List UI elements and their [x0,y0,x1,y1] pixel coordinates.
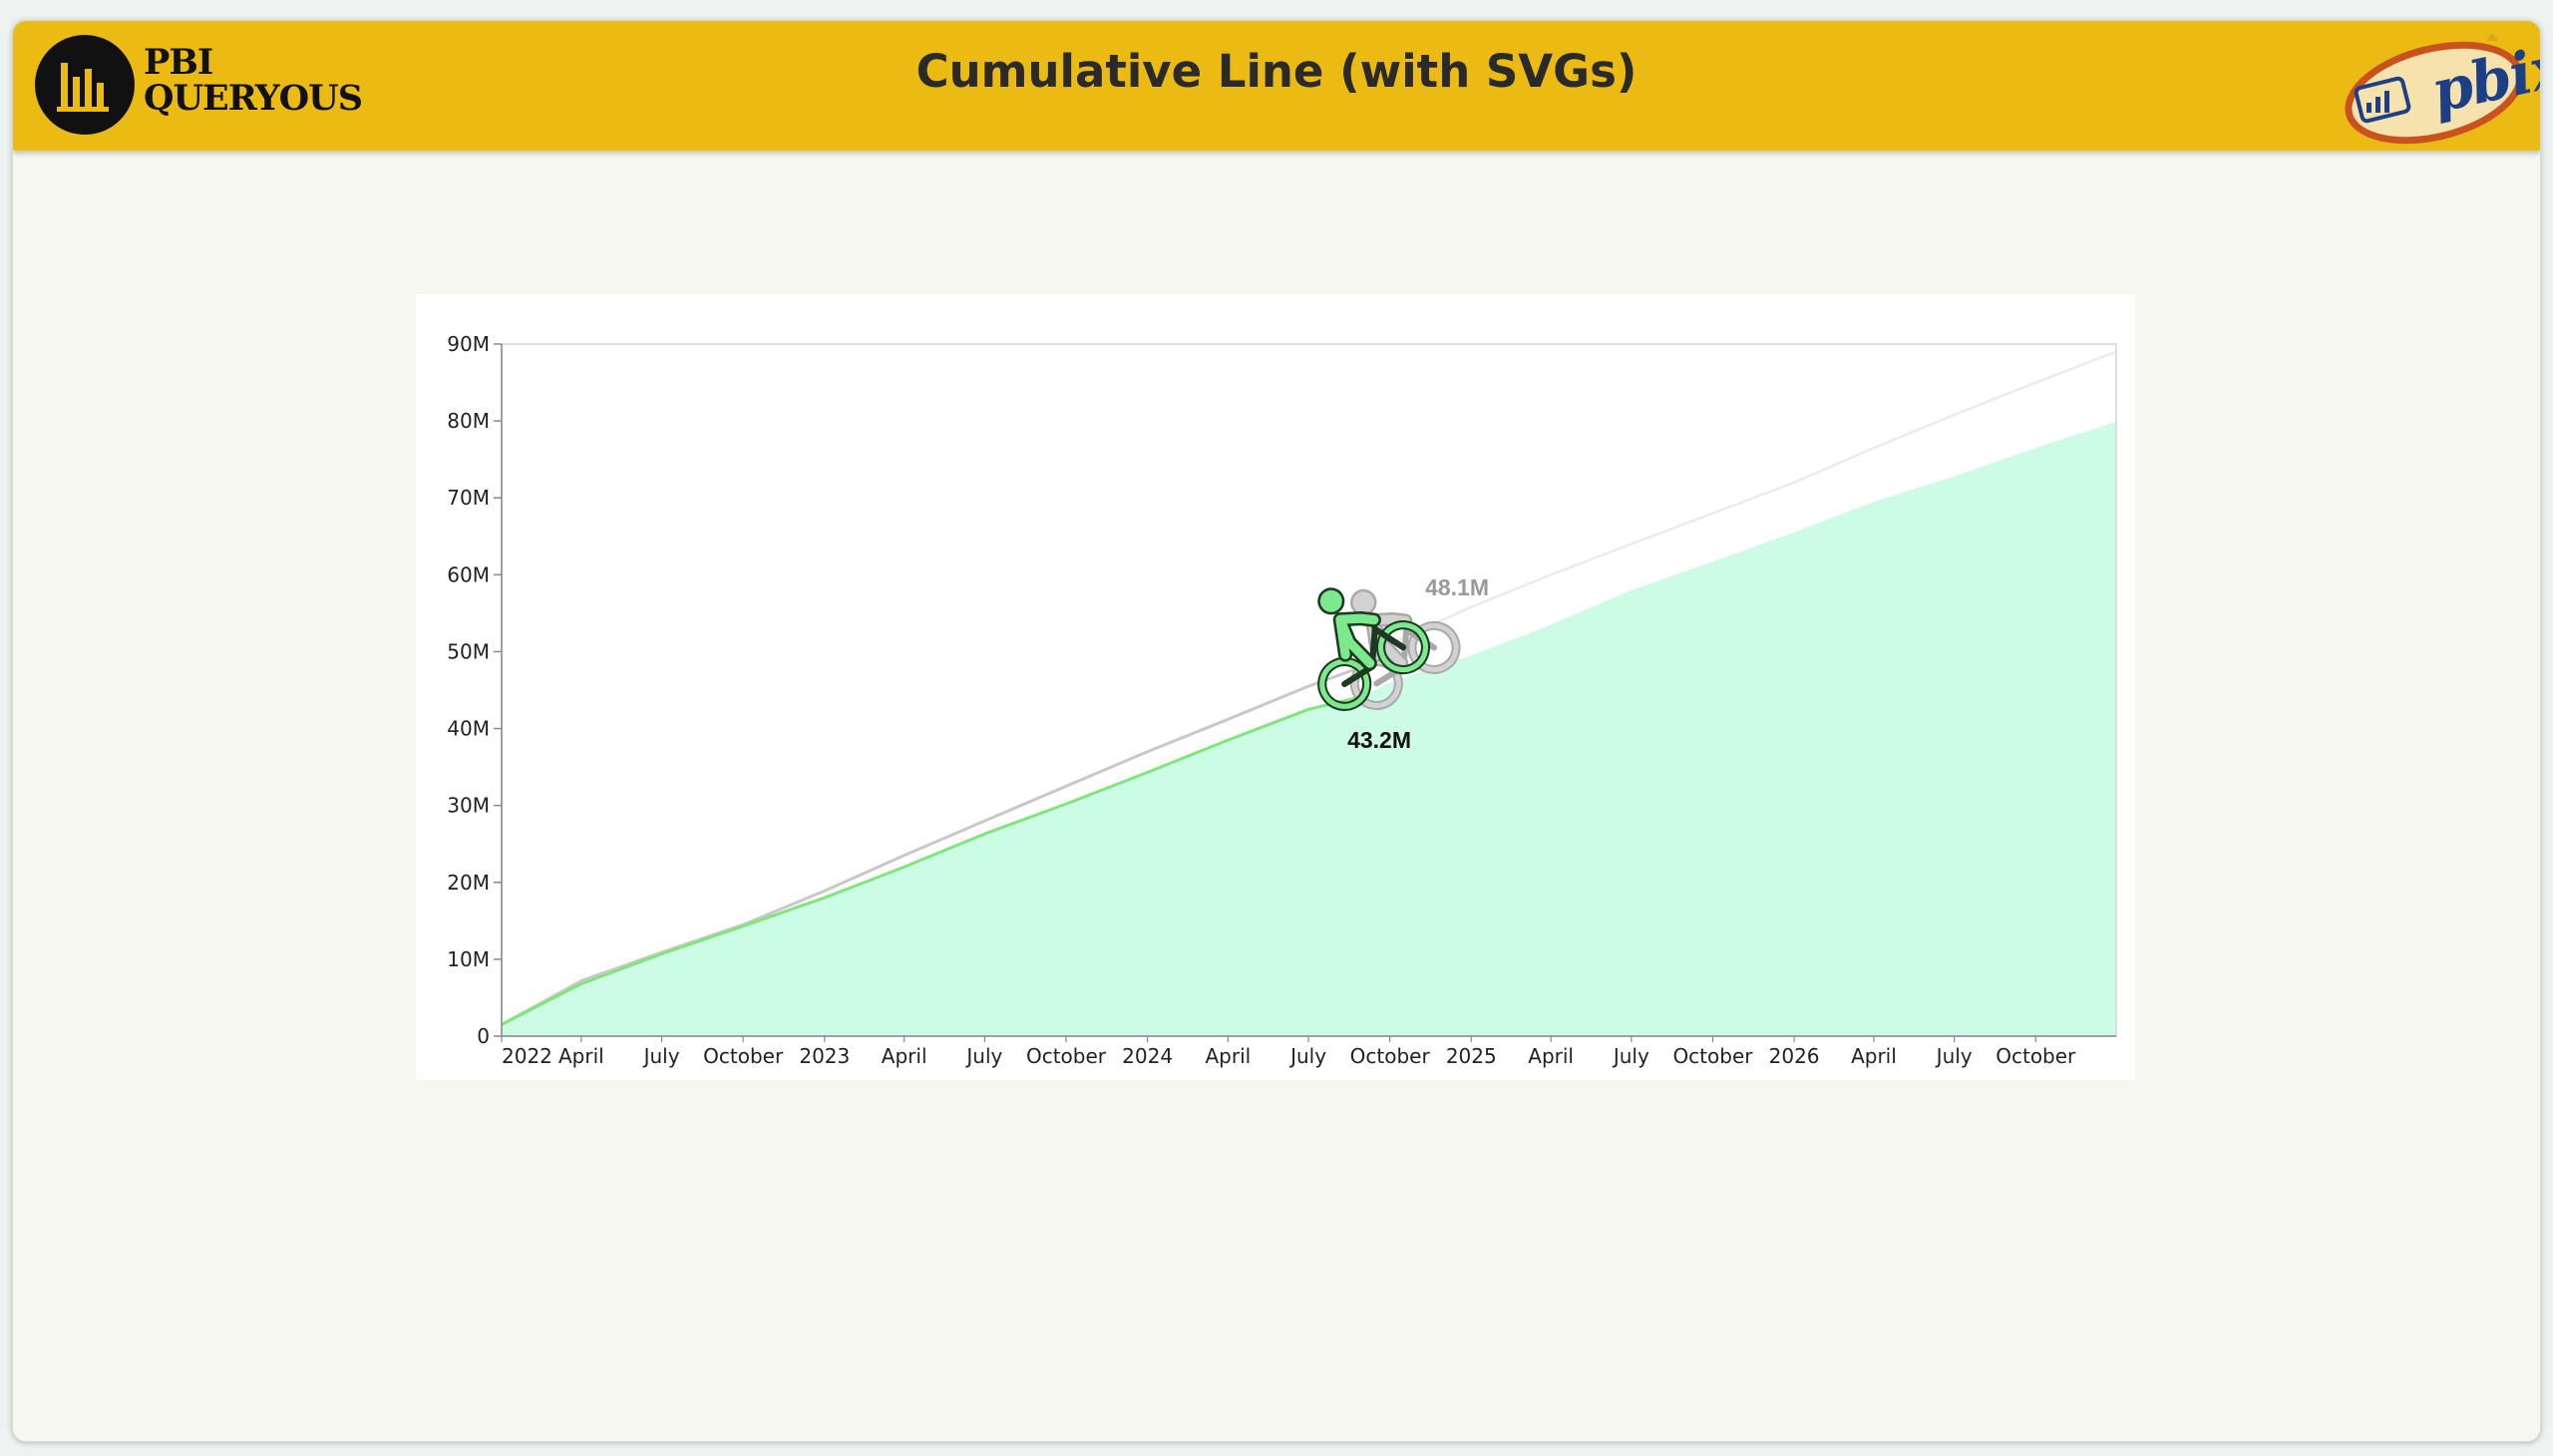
x-tick-label: July [1612,1044,1649,1068]
x-tick-label: July [1288,1044,1326,1068]
y-tick-label: 40M [447,717,490,741]
y-tick-label: 0 [477,1024,490,1048]
y-tick-label: 50M [447,639,490,663]
x-tick-label: 2026 [1769,1044,1820,1068]
x-tick-label: July [1935,1044,1973,1068]
y-tick-label: 80M [447,409,490,433]
x-tick-label: April [1205,1044,1251,1068]
x-tick-label: October [1672,1044,1753,1068]
x-tick-label: 2022 [502,1044,552,1068]
y-tick-label: 20M [447,871,490,895]
x-tick-label: 2024 [1122,1044,1173,1068]
x-tick-label: 2023 [799,1044,850,1068]
y-tick-label: 70M [447,486,490,510]
report-header: PBI QUERYOUS Cumulative Line (with SVGs)… [13,21,2540,151]
cumulative-line-chart[interactable]: 90M 80M 70M 60M 50M 40M 30M 20M 10M 0 2022 April Jul… [416,294,2135,1080]
x-tick-label: April [1528,1044,1574,1068]
comparison-value-label: 48.1M [1425,574,1489,600]
current-area-fill [502,421,2116,1036]
current-value-label: 43.2M [1347,727,1411,753]
page-title: Cumulative Line (with SVGs) [915,45,1638,98]
x-tick-label: October [1026,1044,1107,1068]
x-tick-label: October [703,1044,784,1068]
x-tick-label: July [642,1044,680,1068]
chart-svg: 90M80M70M60M50M40M30M20M10M02022 April Jul… [447,332,2117,1068]
y-tick-label: 10M [447,947,490,971]
x-tick-label: April [558,1044,604,1068]
x-tick-label: October [1350,1044,1431,1068]
x-tick-label: April [882,1044,927,1068]
x-tick-label: October [1996,1044,2076,1068]
y-tick-label: 90M [447,332,490,356]
report-card: PBI QUERYOUS Cumulative Line (with SVGs)… [12,20,2541,1442]
y-tick-label: 30M [447,794,490,818]
x-tick-label: April [1851,1044,1897,1068]
x-tick-label: July [964,1044,1002,1068]
x-tick-label: 2025 [1446,1044,1497,1068]
y-tick-label: 60M [447,562,490,586]
